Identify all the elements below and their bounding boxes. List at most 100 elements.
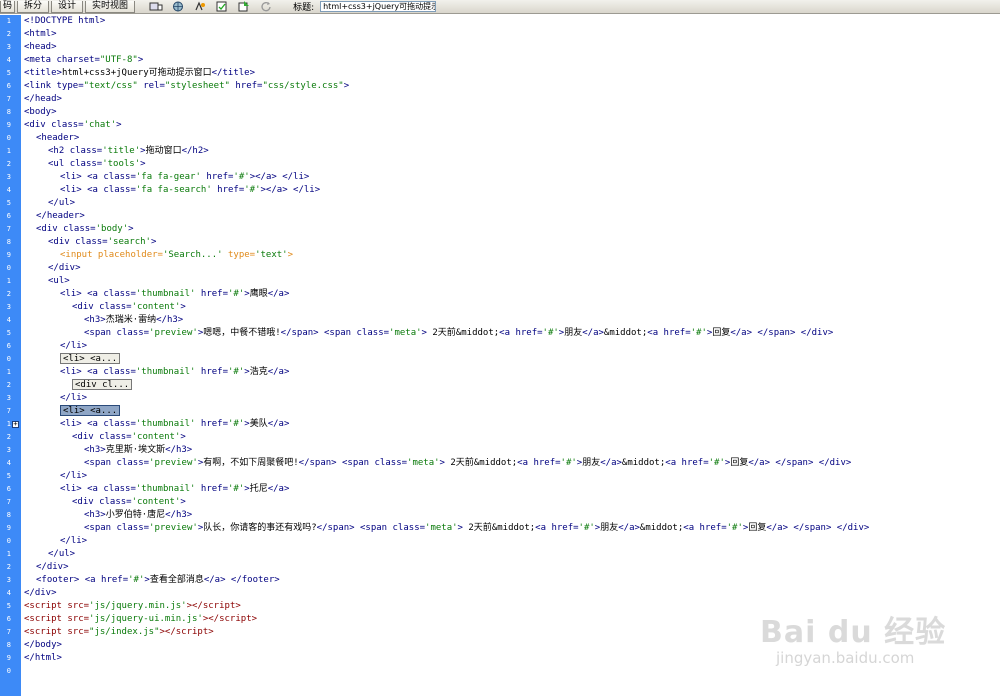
- code-footer-link: 查看全部消息: [149, 575, 204, 585]
- line-number: 7: [6, 95, 11, 103]
- code-line: </li>: [60, 471, 88, 481]
- line-number: 6: [6, 342, 11, 350]
- code-title-text: html+css3+jQuery可拖动提示窗口: [61, 68, 212, 78]
- selected-collapsed-code-block[interactable]: <li> <a...: [60, 405, 121, 416]
- line-number: 2: [6, 30, 11, 38]
- code-line: <span class='preview'>嗯嗯，中餐不错哦!</span> <…: [84, 328, 834, 338]
- code-line: <div cl...: [72, 379, 133, 392]
- code-line: <li> <a class='thumbnail' href='#'>鹰眼</a…: [60, 289, 290, 299]
- line-number: 0: [6, 667, 11, 675]
- line-number: 3: [6, 446, 11, 454]
- line-number-gutter[interactable]: 1 2 3 4 5 6 7 8 9 0 1 2 3 4 5 6 7 8 9 0 …: [0, 15, 21, 696]
- code-friend: 朋友: [564, 328, 583, 338]
- code-reply: 回复: [730, 458, 749, 468]
- refresh-icon[interactable]: [258, 1, 274, 13]
- line-number: 1: [6, 420, 11, 428]
- code-line: </ul>: [48, 198, 76, 208]
- code-line: <div class='search'>: [48, 237, 157, 247]
- code-line: </header>: [36, 211, 85, 221]
- code-line: </div>: [36, 562, 69, 572]
- collapsed-code-block[interactable]: <div cl...: [72, 379, 133, 390]
- code-preview-1: 嗯嗯，中餐不错哦!: [203, 328, 281, 338]
- code-line: <script src="js/index.js"></script>: [24, 627, 214, 637]
- line-number: 0: [6, 264, 11, 272]
- line-number: 7: [6, 407, 11, 415]
- line-number: 3: [6, 43, 11, 51]
- line-number: 3: [6, 303, 11, 311]
- code-line: <span class='preview'>队长，你请客的事还有戏吗?</spa…: [84, 523, 870, 533]
- code-line: <html>: [24, 29, 57, 39]
- line-number: 2: [6, 433, 11, 441]
- code-line: <ul class='tools'>: [48, 159, 146, 169]
- line-number: 7: [6, 498, 11, 506]
- code-preview-3: 有啊，不如下周聚餐吧!: [203, 458, 299, 468]
- collapsed-code-block[interactable]: <li> <a...: [60, 353, 121, 364]
- code-line: <h3>杰瑞米·雷纳</h3>: [84, 315, 184, 325]
- validate-icon[interactable]: [214, 1, 230, 13]
- line-number: 1: [6, 147, 11, 155]
- line-number: 6: [6, 82, 11, 90]
- code-line: <!DOCTYPE html>: [24, 16, 106, 26]
- code-h2-text: 拖动窗口: [145, 146, 182, 156]
- line-number: 9: [6, 524, 11, 532]
- design-view-button[interactable]: 设计: [51, 0, 84, 13]
- debug-icon[interactable]: [192, 1, 208, 13]
- line-number: 7: [6, 628, 11, 636]
- code-line: <h3>克里斯·埃文斯</h3>: [84, 445, 193, 455]
- line-number: 8: [6, 238, 11, 246]
- line-number: 0: [6, 537, 11, 545]
- code-line: <div class='body'>: [36, 224, 134, 234]
- line-number: 2: [6, 290, 11, 298]
- line-number: 8: [6, 108, 11, 116]
- code-view-button[interactable]: 码: [0, 0, 16, 13]
- code-line: <header>: [36, 133, 80, 143]
- line-number: 9: [6, 121, 11, 129]
- multiscreen-icon[interactable]: [148, 1, 164, 13]
- line-number: 6: [6, 485, 11, 493]
- line-number: 4: [6, 316, 11, 324]
- line-number: 9: [6, 654, 11, 662]
- code-name-3: 美队: [249, 419, 268, 429]
- line-number: 5: [6, 329, 11, 337]
- code-h3-4: 小罗伯特·唐尼: [105, 510, 166, 520]
- code-line: <li> <a class='fa fa-gear' href='#'></a>…: [60, 172, 310, 182]
- code-h3-3: 克里斯·埃文斯: [105, 445, 166, 455]
- expand-fold-icon[interactable]: +: [12, 421, 19, 428]
- code-line: <script src='js/jquery-ui.min.js'></scri…: [24, 614, 258, 624]
- browser-preview-icon[interactable]: [170, 1, 186, 13]
- line-number: 3: [6, 173, 11, 181]
- line-number: 5: [6, 472, 11, 480]
- line-number: 1: [6, 17, 11, 25]
- code-line: </li>: [60, 536, 88, 546]
- code-line: <li> <a class='thumbnail' href='#'>托尼</a…: [60, 484, 290, 494]
- code-line: </li>: [60, 393, 88, 403]
- title-input[interactable]: html+css3+jQuery可拖动提示窗口: [320, 1, 437, 12]
- code-name-1: 鹰眼: [249, 289, 268, 299]
- split-view-button[interactable]: 拆分: [17, 0, 50, 13]
- line-number: 1: [6, 550, 11, 558]
- line-number: 5: [6, 69, 11, 77]
- code-line: <meta charset="UTF-8">: [24, 55, 144, 65]
- code-line: <head>: [24, 42, 57, 52]
- line-number: 2: [6, 563, 11, 571]
- line-number: 4: [6, 589, 11, 597]
- line-number: 6: [6, 212, 11, 220]
- code-line: <h3>小罗伯特·唐尼</h3>: [84, 510, 193, 520]
- code-friend: 朋友: [600, 523, 619, 533]
- line-number: 7: [6, 225, 11, 233]
- line-number: 1: [6, 368, 11, 376]
- code-line: <input placeholder='Search...' type='tex…: [60, 250, 294, 260]
- file-management-icon[interactable]: [236, 1, 252, 13]
- line-number: 3: [6, 394, 11, 402]
- code-friend: 朋友: [582, 458, 601, 468]
- code-line: <div class='content'>: [72, 432, 186, 442]
- code-editor[interactable]: <!DOCTYPE html> <html> <head> <meta char…: [24, 15, 1000, 696]
- code-line: <ul>: [48, 276, 70, 286]
- line-number: 8: [6, 641, 11, 649]
- live-view-button[interactable]: 实时视图: [85, 0, 136, 13]
- code-name-4: 托尼: [249, 484, 268, 494]
- code-line: <h2 class='title'>拖动窗口</h2>: [48, 146, 209, 156]
- code-name-2: 浩克: [249, 367, 268, 377]
- line-number: 4: [6, 459, 11, 467]
- title-label: 标题:: [293, 3, 315, 13]
